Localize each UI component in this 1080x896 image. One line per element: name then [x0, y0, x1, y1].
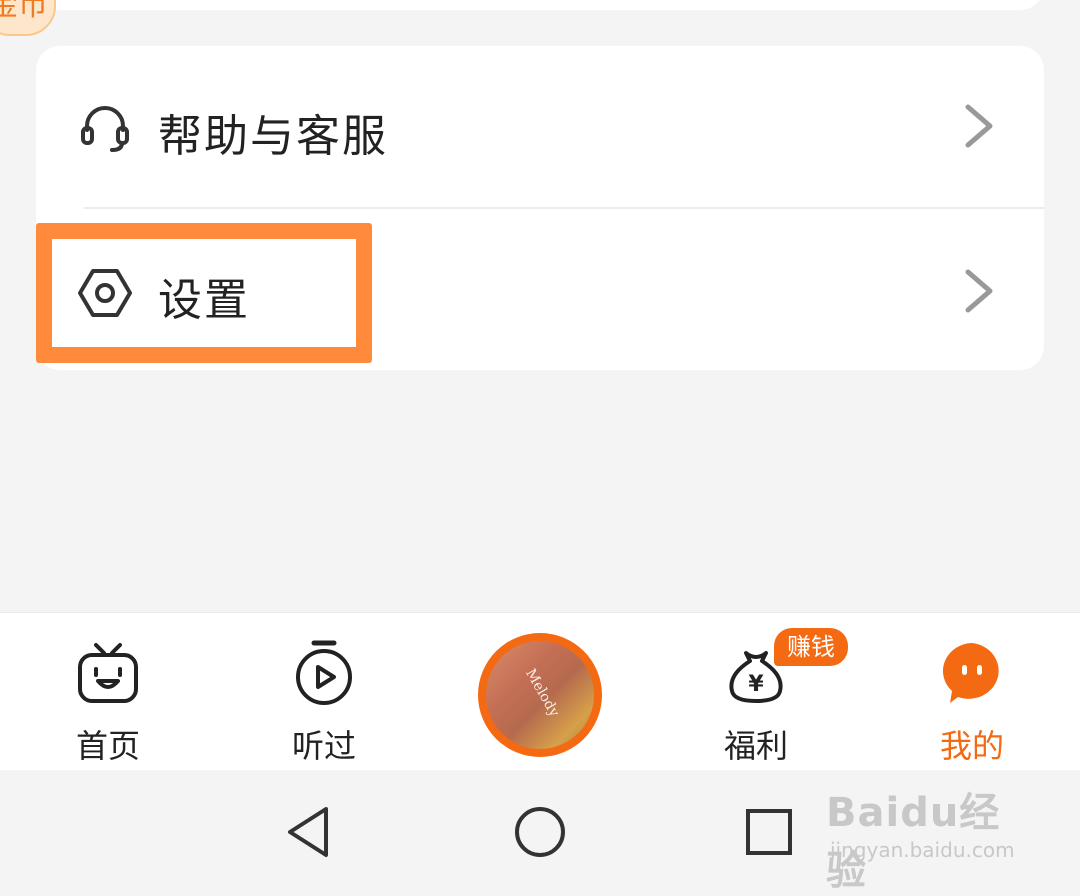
menu-item-label: 帮助与客服 — [158, 111, 388, 162]
menu-item-label: 设置 — [158, 275, 250, 326]
bottom-tab-bar: 首页 听过 Melody ¥ 福利 我的 — [0, 612, 1080, 771]
watermark-sub: jingyan.baidu.com — [830, 838, 1015, 862]
home-circle-icon[interactable] — [511, 803, 569, 861]
menu-item-settings[interactable]: 设置 — [36, 208, 1044, 370]
menu-item-help-support[interactable]: 帮助与客服 — [36, 46, 1044, 209]
menu-card: 帮助与客服 设置 — [36, 46, 1044, 370]
coin-badge: 金币 — [0, 0, 56, 36]
previous-card-edge — [36, 0, 1044, 10]
tab-listened[interactable]: 听过 — [254, 613, 394, 771]
stopwatch-play-icon — [296, 640, 352, 705]
album-cover: Melody — [486, 641, 594, 749]
back-icon[interactable] — [282, 803, 340, 861]
tab-mine[interactable]: 我的 — [902, 613, 1042, 771]
recent-apps-icon[interactable] — [740, 803, 798, 861]
tv-face-icon — [78, 643, 138, 703]
chevron-right-icon — [965, 269, 993, 313]
chat-face-icon — [942, 643, 999, 703]
hexagon-gear-icon — [78, 269, 132, 317]
now-playing-disc[interactable]: Melody — [478, 633, 602, 757]
album-cover-title: Melody — [522, 666, 563, 720]
earn-money-badge: 赚钱 — [774, 628, 848, 666]
chevron-right-icon — [965, 104, 993, 148]
svg-text:¥: ¥ — [748, 672, 764, 697]
tab-label: 首页 — [75, 727, 140, 765]
tab-home[interactable]: 首页 — [38, 613, 178, 771]
tab-label: 我的 — [939, 727, 1004, 765]
watermark: Baidu经验 jingyan.baidu.com — [826, 776, 1026, 894]
tab-label: 听过 — [291, 727, 356, 765]
tab-label: 福利 — [723, 727, 788, 765]
headset-icon — [81, 106, 129, 152]
